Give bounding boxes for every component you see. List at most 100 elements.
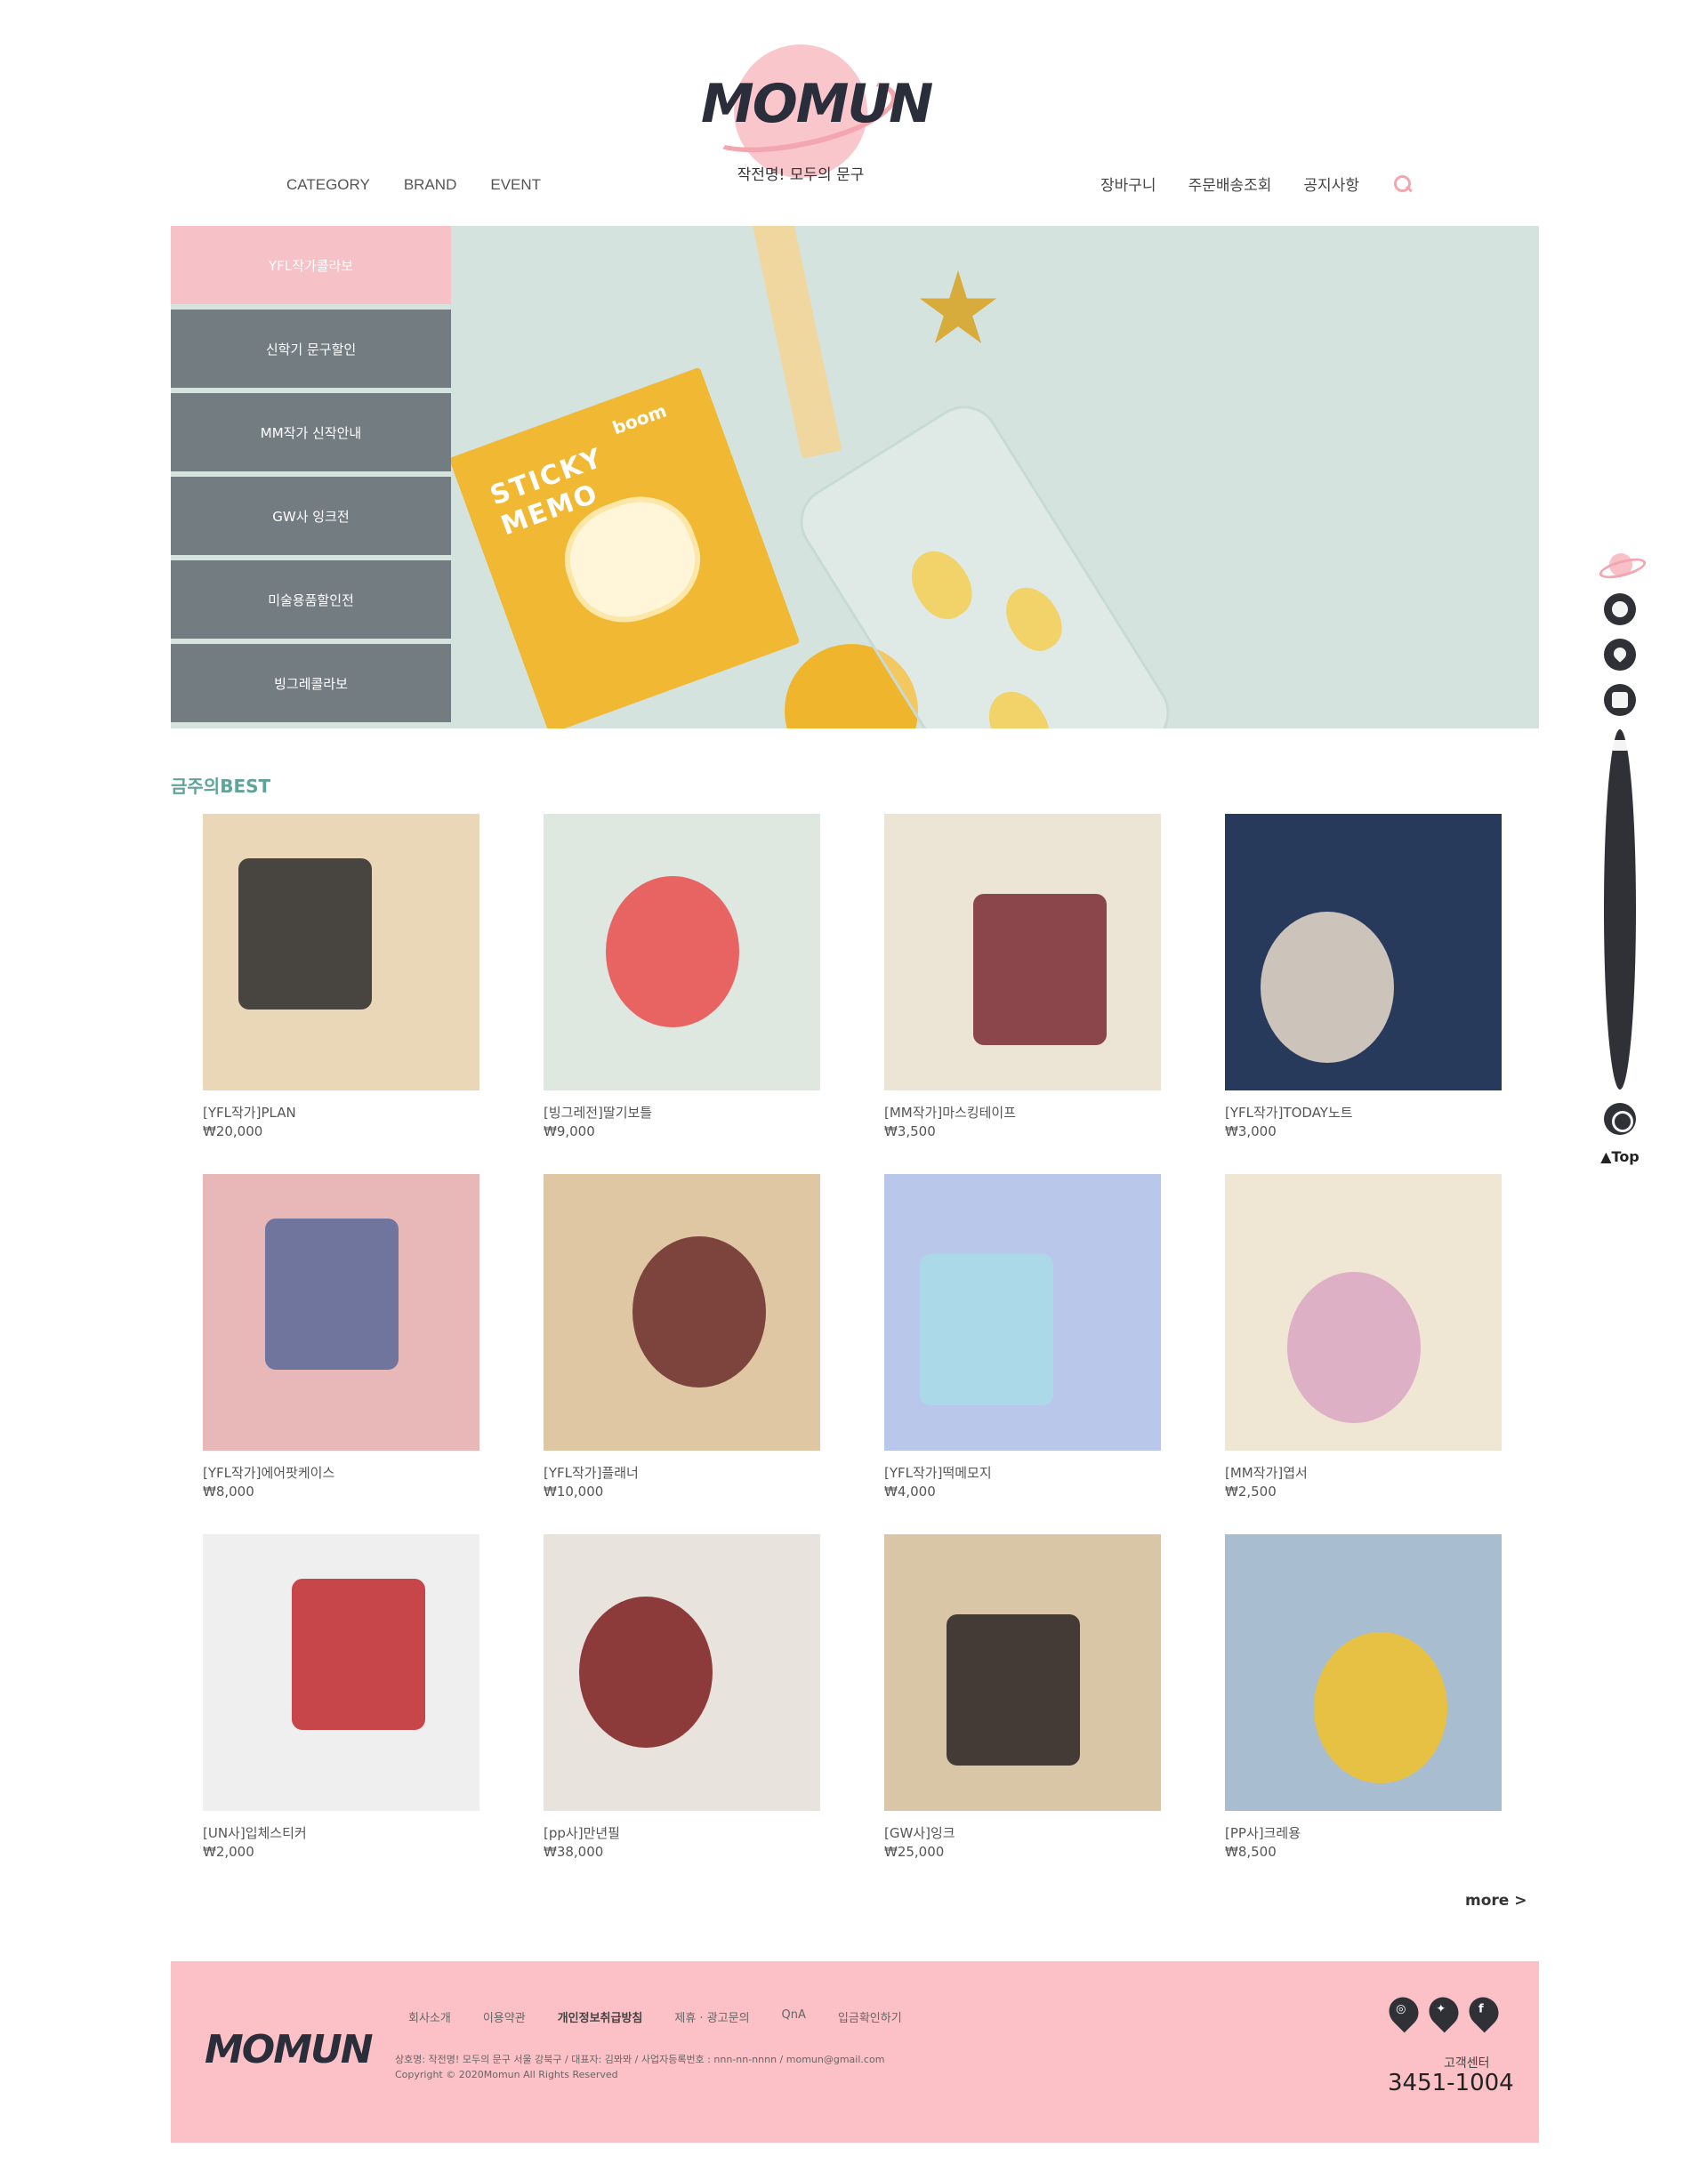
product-name[interactable]: [YFL작가]PLAN <box>203 1103 479 1122</box>
product-image-accent <box>579 1597 713 1748</box>
product-price: ₩38,000 <box>544 1844 604 1860</box>
product-card[interactable]: [PP사]크레용 ₩8,500 <box>1225 1534 1502 1895</box>
pear-shape <box>977 680 1060 728</box>
footer-link-about[interactable]: 회사소개 <box>408 2008 451 2025</box>
product-image[interactable] <box>203 814 479 1090</box>
headset-icon[interactable] <box>1604 1103 1636 1135</box>
product-image[interactable] <box>1225 1174 1502 1451</box>
footer-logo[interactable]: MOMUN <box>205 2027 374 2072</box>
product-price: ₩3,000 <box>1225 1123 1277 1139</box>
product-image[interactable] <box>884 1534 1161 1811</box>
product-name[interactable]: [MM작가]엽서 <box>1225 1463 1502 1482</box>
product-name[interactable]: [YFL작가]에어팟케이스 <box>203 1463 479 1482</box>
product-name[interactable]: [PP사]크레용 <box>1225 1823 1502 1842</box>
product-card[interactable]: [YFL작가]PLAN ₩20,000 <box>203 814 479 1174</box>
product-image-accent <box>1314 1632 1447 1783</box>
footer-link-privacy[interactable]: 개인정보취급방침 <box>558 2008 643 2025</box>
product-card[interactable]: [MM작가]엽서 ₩2,500 <box>1225 1174 1502 1534</box>
site-logo[interactable]: MOMUN 작전명! 모두의 문구 <box>685 36 933 191</box>
nav-category[interactable]: CATEGORY <box>286 176 370 194</box>
planet-icon <box>1599 550 1641 580</box>
product-card[interactable]: [pp사]만년필 ₩38,000 <box>544 1534 820 1895</box>
product-card[interactable]: [YFL작가]떡메모지 ₩4,000 <box>884 1174 1161 1534</box>
promo-side-menu: YFL작가콜라보 신학기 문구할인 MM작가 신작안내 GW사 잉크전 미술용품… <box>171 226 451 728</box>
product-card[interactable]: [GW사]잉크 ₩25,000 <box>884 1534 1161 1895</box>
side-item-gw-ink[interactable]: GW사 잉크전 <box>171 477 451 555</box>
product-image[interactable] <box>1225 814 1502 1090</box>
sticky-memo-image: STICKY MEMO boom <box>448 366 801 728</box>
product-name[interactable]: [pp사]만년필 <box>544 1823 820 1842</box>
product-price: ₩9,000 <box>544 1123 595 1139</box>
side-item-mm-new[interactable]: MM작가 신작안내 <box>171 393 451 471</box>
side-item-binggrae-collab[interactable]: 빙그레콜라보 <box>171 644 451 722</box>
nav-brand[interactable]: BRAND <box>404 176 457 194</box>
product-card[interactable]: [UN사]입체스티커 ₩2,000 <box>203 1534 479 1895</box>
side-item-yfl-collab[interactable]: YFL작가콜라보 <box>171 226 451 304</box>
product-card[interactable]: [빙그레전]딸기보틀 ₩9,000 <box>544 814 820 1174</box>
product-price: ₩3,500 <box>884 1123 936 1139</box>
footer-link-terms[interactable]: 이용약관 <box>483 2008 526 2025</box>
product-price: ₩2,000 <box>203 1844 254 1860</box>
facebook-icon[interactable]: f <box>1462 1991 1505 2033</box>
footer-copyright: Copyright © 2020Momun All Rights Reserve… <box>395 2069 618 2080</box>
product-image[interactable] <box>203 1534 479 1811</box>
product-name[interactable]: [YFL작가]플래너 <box>544 1463 820 1482</box>
product-card[interactable]: [YFL작가]TODAY노트 ₩3,000 <box>1225 814 1502 1174</box>
instagram-icon[interactable]: ◎ <box>1382 1991 1425 2033</box>
footer-link-deposit[interactable]: 입금확인하기 <box>838 2008 902 2025</box>
logo-text: MOMUN <box>701 73 933 135</box>
product-price: ₩20,000 <box>203 1123 263 1139</box>
nav-event[interactable]: EVENT <box>490 176 541 194</box>
product-price: ₩8,500 <box>1225 1844 1277 1860</box>
product-image[interactable] <box>884 814 1161 1090</box>
logo-tagline: 작전명! 모두의 문구 <box>737 166 865 184</box>
user-icon[interactable] <box>1604 593 1636 625</box>
product-image-accent <box>292 1579 425 1730</box>
product-name[interactable]: [GW사]잉크 <box>884 1823 1161 1842</box>
nav-notice[interactable]: 공지사항 <box>1303 173 1359 195</box>
utility-nav: 장바구니 주문배송조회 공지사항 <box>1100 173 1413 195</box>
product-card[interactable]: [YFL작가]플래너 ₩10,000 <box>544 1174 820 1534</box>
footer-link-qna[interactable]: QnA <box>782 2008 806 2025</box>
customer-center-label: 고객센터 <box>1444 2056 1490 2071</box>
product-price: ₩10,000 <box>544 1484 604 1500</box>
nav-cart[interactable]: 장바구니 <box>1100 173 1156 195</box>
product-image[interactable] <box>203 1174 479 1451</box>
hero-banner[interactable]: STICKY MEMO boom YFL작가콜라보 신학기 문구할인 MM작가 신… <box>171 226 1539 728</box>
nav-order-tracking[interactable]: 주문배송조회 <box>1188 173 1272 195</box>
product-price: ₩25,000 <box>884 1844 945 1860</box>
washi-tape-image <box>750 226 842 459</box>
product-name[interactable]: [YFL작가]떡메모지 <box>884 1463 1161 1482</box>
more-link[interactable]: more > <box>1465 1892 1527 1910</box>
product-card[interactable]: [MM작가]마스킹테이프 ₩3,500 <box>884 814 1161 1174</box>
product-name[interactable]: [UN사]입체스티커 <box>203 1823 479 1842</box>
credit-card-icon[interactable] <box>1604 729 1636 1090</box>
main-nav: CATEGORY BRAND EVENT <box>286 176 541 194</box>
site-footer: MOMUN 회사소개 이용약관 개인정보취급방침 제휴 · 광고문의 QnA 입… <box>171 1961 1539 2143</box>
heart-icon[interactable] <box>1604 639 1636 671</box>
twitter-icon[interactable]: ✦ <box>1422 1991 1465 2033</box>
footer-link-partnership[interactable]: 제휴 · 광고문의 <box>674 2008 749 2025</box>
product-image[interactable] <box>544 814 820 1090</box>
product-card[interactable]: [YFL작가]에어팟케이스 ₩8,000 <box>203 1174 479 1534</box>
product-name[interactable]: [YFL작가]TODAY노트 <box>1225 1103 1502 1122</box>
product-name[interactable]: [빙그레전]딸기보틀 <box>544 1103 820 1122</box>
shopping-bag-icon[interactable] <box>1604 684 1636 716</box>
star-keyring-image <box>919 270 997 343</box>
product-name[interactable]: [MM작가]마스킹테이프 <box>884 1103 1161 1122</box>
product-image[interactable] <box>544 1534 820 1811</box>
product-image[interactable] <box>1225 1534 1502 1811</box>
product-image[interactable] <box>884 1174 1161 1451</box>
footer-company-info: 상호명: 작전명! 모두의 문구 서울 강북구 / 대표자: 김뫄뫄 / 사업자… <box>395 2052 884 2082</box>
scroll-top-button[interactable]: ▲Top <box>1600 1148 1640 1165</box>
side-item-art-sale[interactable]: 미술용품할인전 <box>171 560 451 639</box>
pear-shape <box>995 577 1072 661</box>
customer-center-number: 3451-1004 <box>1388 2070 1514 2096</box>
search-icon[interactable] <box>1393 174 1413 194</box>
product-image-accent <box>1287 1272 1421 1423</box>
product-grid: [YFL작가]PLAN ₩20,000 [빙그레전]딸기보틀 ₩9,000 [MM작가]… <box>203 814 1502 1895</box>
product-image-accent <box>238 858 372 1010</box>
side-item-semester-sale[interactable]: 신학기 문구할인 <box>171 310 451 388</box>
product-image[interactable] <box>544 1174 820 1451</box>
quick-menu: ▲Top <box>1592 550 1648 1165</box>
